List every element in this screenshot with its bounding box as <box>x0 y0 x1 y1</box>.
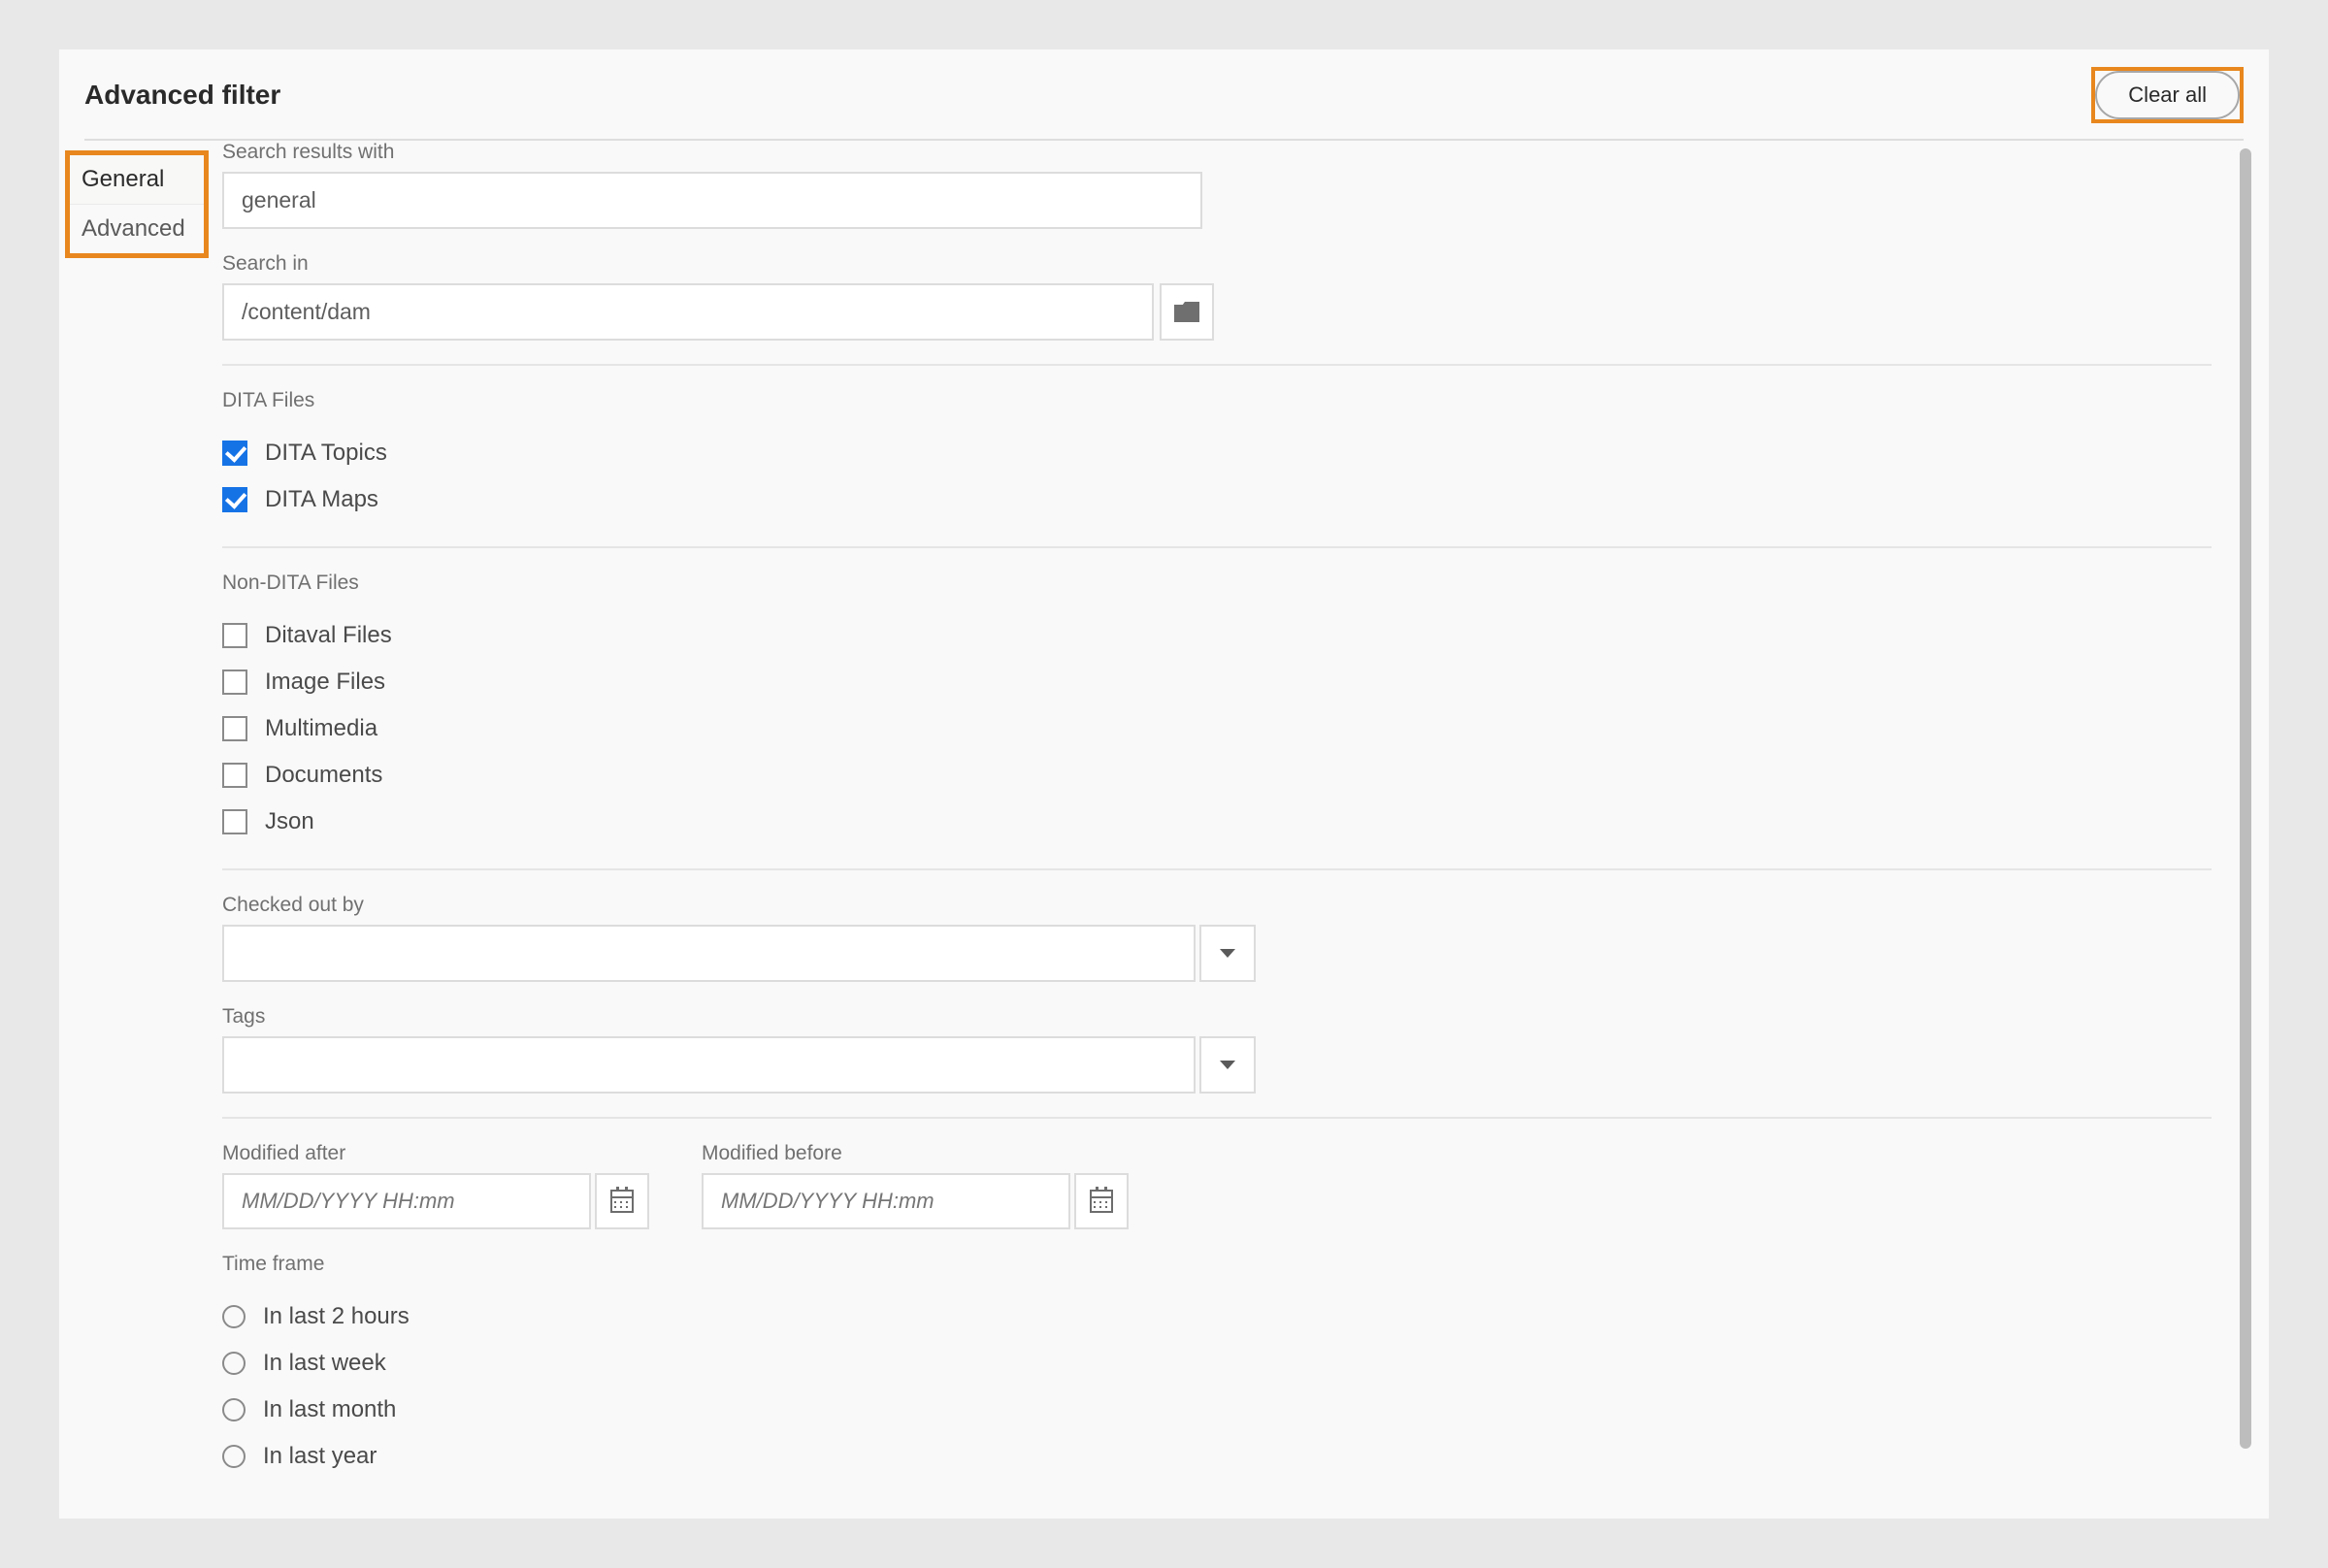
section-divider <box>222 1117 2212 1119</box>
check-icon <box>222 716 247 741</box>
tags-dropdown-toggle[interactable] <box>1199 1036 1256 1094</box>
browse-folder-button[interactable] <box>1160 283 1214 341</box>
checkbox-label: DITA Topics <box>265 440 387 467</box>
checkbox-dita-maps[interactable]: DITA Maps <box>222 476 2224 523</box>
tags-field: Tags <box>222 1005 2224 1094</box>
search-in-field: Search in <box>222 252 2224 341</box>
section-divider <box>222 868 2212 870</box>
tab-general[interactable]: General <box>70 155 204 205</box>
non-dita-files-head: Non-DITA Files <box>222 572 2224 595</box>
checkbox-label: Json <box>265 808 314 835</box>
timeframe-head: Time frame <box>222 1253 2224 1276</box>
checked-out-by-dropdown-toggle[interactable] <box>1199 925 1256 982</box>
chevron-down-icon <box>1220 949 1235 958</box>
checkbox-image-files[interactable]: Image Files <box>222 659 2224 705</box>
check-icon <box>222 441 247 466</box>
modified-after-calendar-button[interactable] <box>595 1173 649 1229</box>
radio-label: In last month <box>263 1396 396 1423</box>
modified-before-input[interactable] <box>702 1173 1070 1229</box>
calendar-icon <box>610 1190 634 1213</box>
radio-last-year[interactable]: In last year <box>222 1433 2224 1480</box>
radio-icon <box>222 1445 246 1468</box>
checkbox-label: Documents <box>265 762 382 789</box>
checkbox-documents[interactable]: Documents <box>222 752 2224 799</box>
modified-after-field: Modified after <box>222 1142 649 1229</box>
scrollbar[interactable] <box>2240 148 2251 1449</box>
radio-label: In last year <box>263 1443 377 1470</box>
checkbox-label: Ditaval Files <box>265 622 392 649</box>
filter-tabs: General Advanced <box>59 141 214 1519</box>
panel-title: Advanced filter <box>84 80 280 111</box>
check-icon <box>222 670 247 695</box>
section-divider <box>222 364 2212 366</box>
radio-icon <box>222 1398 246 1421</box>
tags-input[interactable] <box>222 1036 1196 1094</box>
calendar-icon <box>1090 1190 1113 1213</box>
checkbox-dita-topics[interactable]: DITA Topics <box>222 430 2224 476</box>
radio-last-month[interactable]: In last month <box>222 1387 2224 1433</box>
search-results-with-field: Search results with <box>222 141 2224 229</box>
radio-last-2-hours[interactable]: In last 2 hours <box>222 1293 2224 1340</box>
modified-before-label: Modified before <box>702 1142 1129 1165</box>
radio-label: In last 2 hours <box>263 1303 410 1330</box>
checkbox-label: Multimedia <box>265 715 377 742</box>
folder-icon <box>1174 302 1199 322</box>
clear-all-highlight: Clear all <box>2091 67 2244 123</box>
radio-icon <box>222 1305 246 1328</box>
tabs-highlight: General Advanced <box>65 150 209 258</box>
modified-before-field: Modified before <box>702 1142 1129 1229</box>
advanced-filter-panel: Advanced filter Clear all General Advanc… <box>58 49 2270 1519</box>
radio-last-week[interactable]: In last week <box>222 1340 2224 1387</box>
radio-label: In last week <box>263 1350 386 1377</box>
modified-after-input[interactable] <box>222 1173 591 1229</box>
search-in-input[interactable] <box>222 283 1154 341</box>
checked-out-by-label: Checked out by <box>222 894 2224 917</box>
checkbox-label: Image Files <box>265 669 385 696</box>
search-in-label: Search in <box>222 252 2224 276</box>
modified-after-label: Modified after <box>222 1142 649 1165</box>
checkbox-ditaval-files[interactable]: Ditaval Files <box>222 612 2224 659</box>
checkbox-label: DITA Maps <box>265 486 378 513</box>
checkbox-multimedia[interactable]: Multimedia <box>222 705 2224 752</box>
search-results-with-input[interactable] <box>222 172 1202 229</box>
search-results-with-label: Search results with <box>222 141 2224 164</box>
check-icon <box>222 809 247 834</box>
tab-advanced[interactable]: Advanced <box>70 205 204 253</box>
radio-icon <box>222 1352 246 1375</box>
checked-out-by-input[interactable] <box>222 925 1196 982</box>
checked-out-by-field: Checked out by <box>222 894 2224 982</box>
check-icon <box>222 763 247 788</box>
section-divider <box>222 546 2212 548</box>
checkbox-json[interactable]: Json <box>222 799 2224 845</box>
chevron-down-icon <box>1220 1061 1235 1069</box>
check-icon <box>222 487 247 512</box>
modified-date-row: Modified after Modified before <box>222 1142 2224 1229</box>
modified-before-calendar-button[interactable] <box>1074 1173 1129 1229</box>
check-icon <box>222 623 247 648</box>
clear-all-button[interactable]: Clear all <box>2095 71 2240 119</box>
panel-header: Advanced filter Clear all <box>59 49 2269 139</box>
dita-files-head: DITA Files <box>222 389 2224 412</box>
filter-content: Search results with Search in DITA Files… <box>214 141 2269 1519</box>
tags-label: Tags <box>222 1005 2224 1029</box>
